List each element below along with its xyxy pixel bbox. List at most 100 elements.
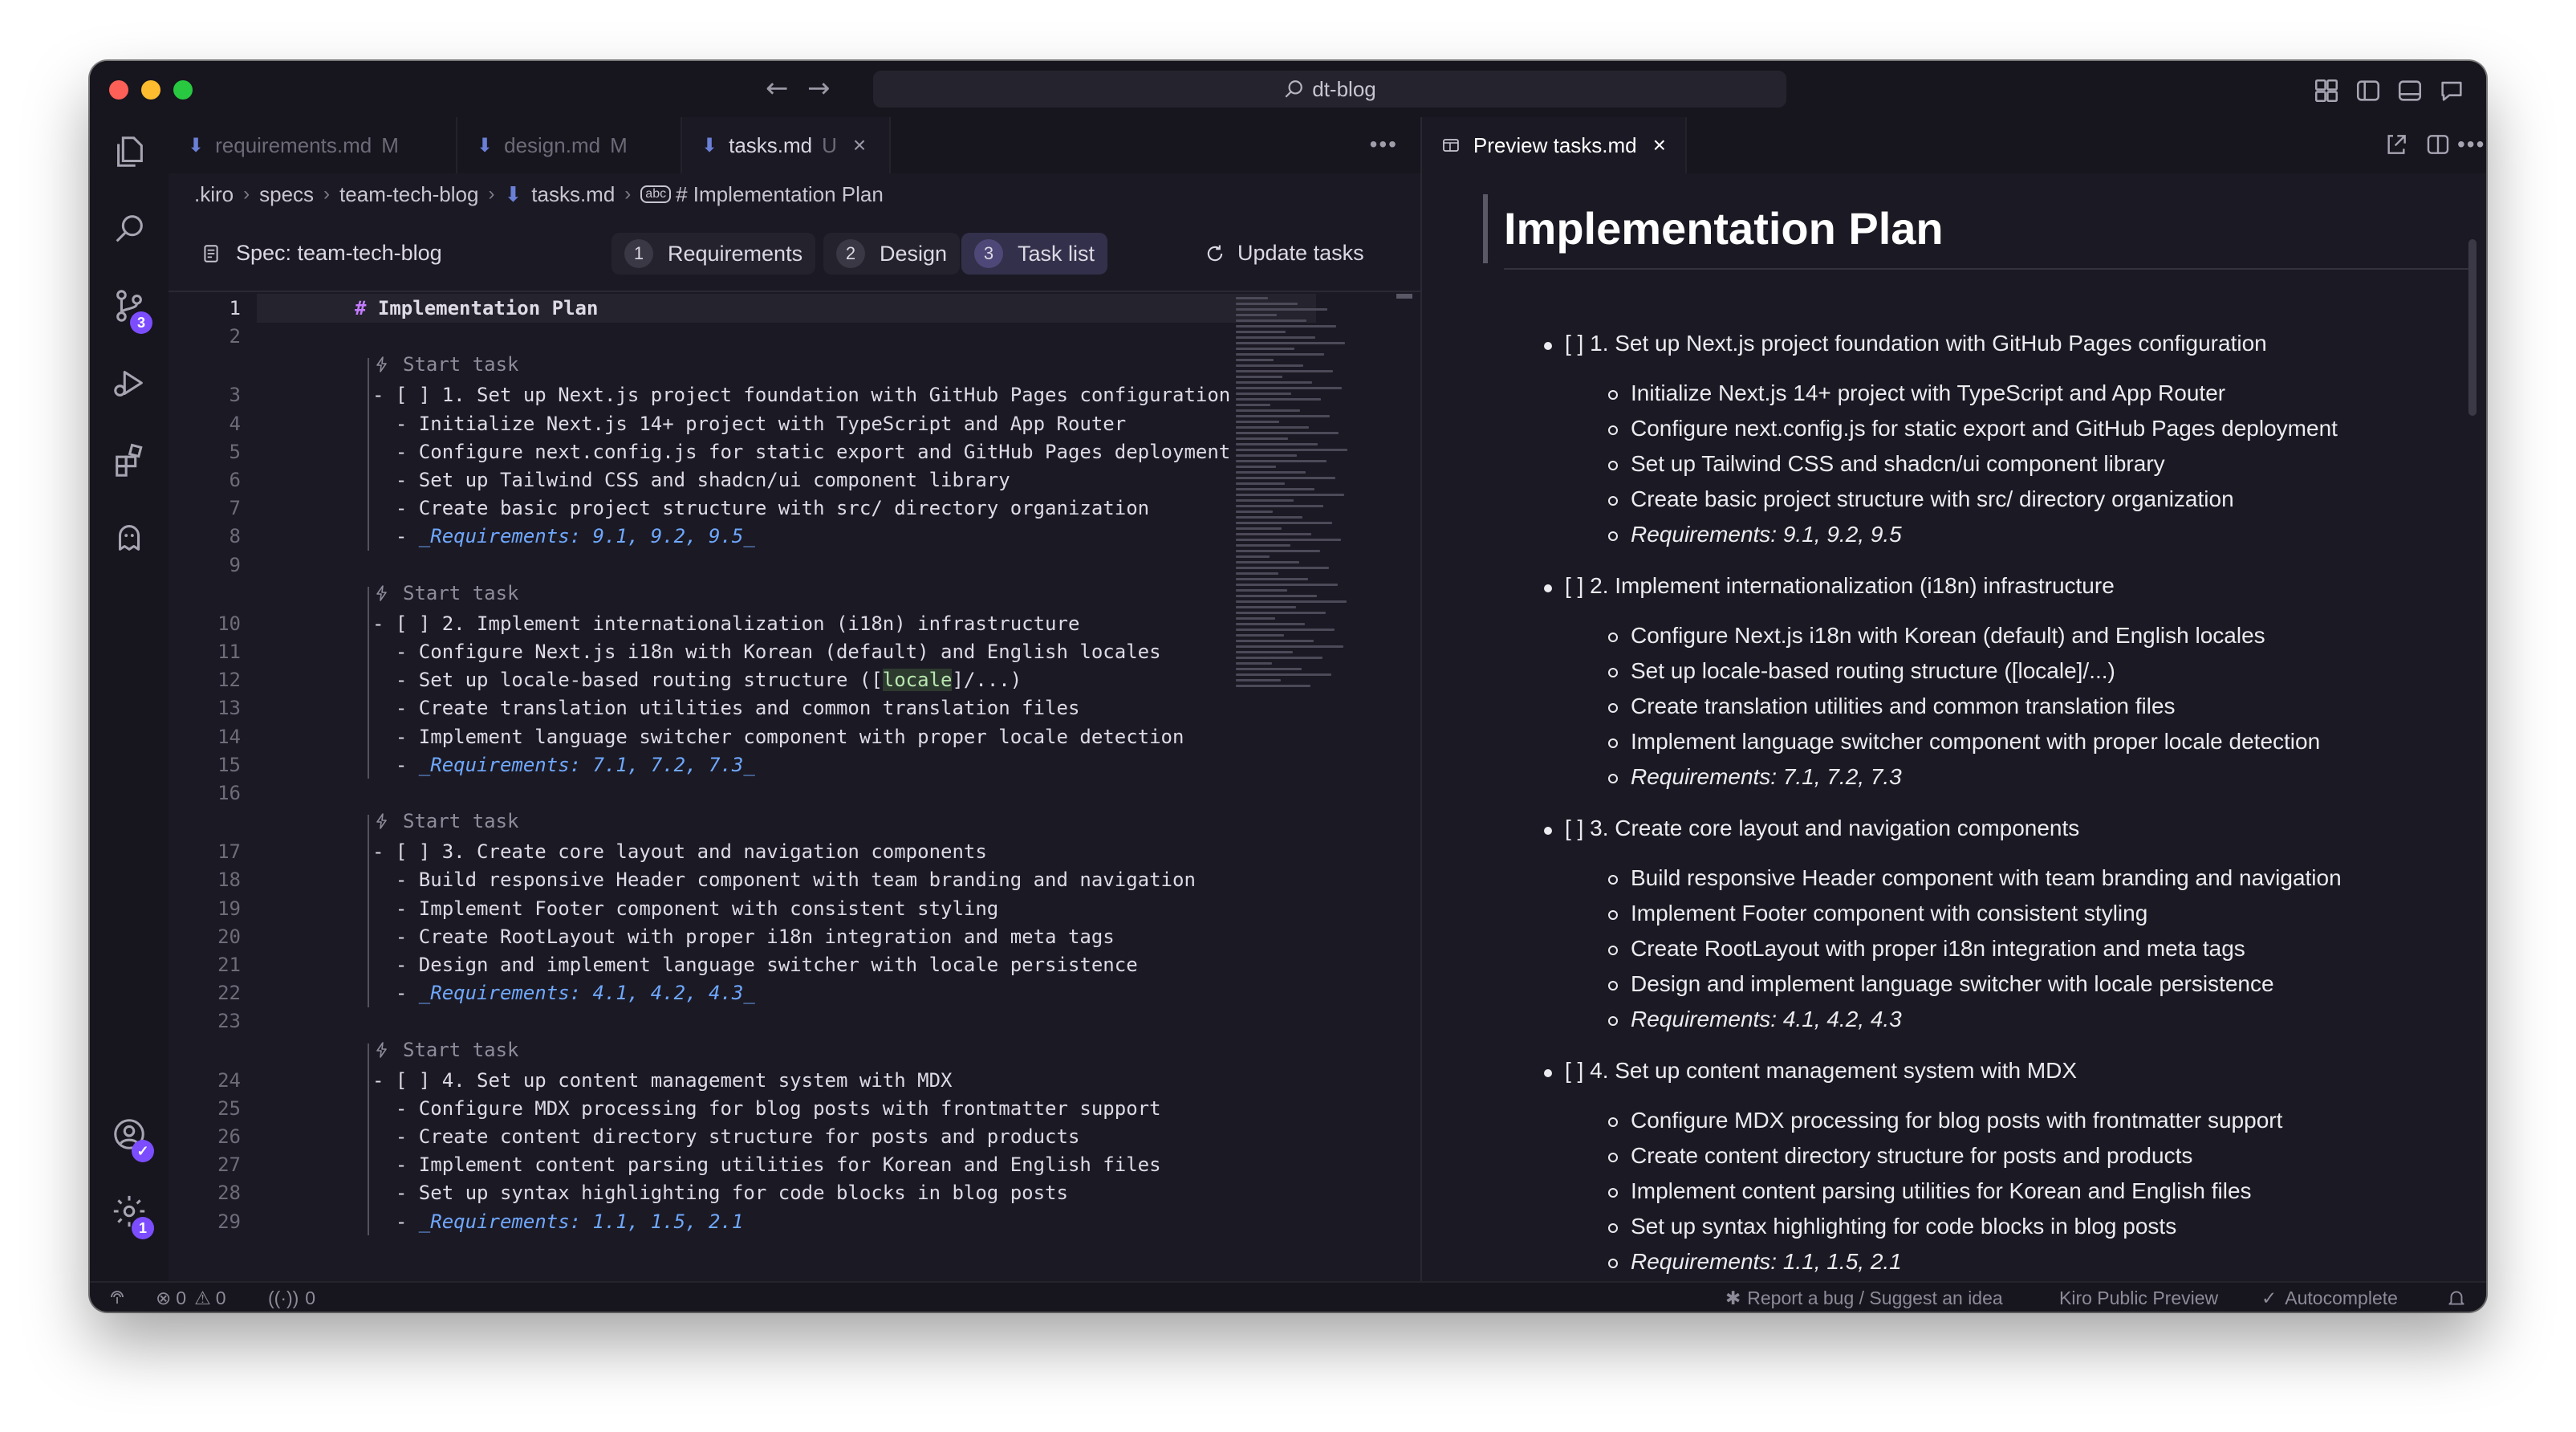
minimap[interactable] (1236, 297, 1356, 779)
minimap-line (1236, 466, 1276, 468)
run-debug-icon[interactable] (111, 364, 148, 401)
code-token: locale (882, 669, 953, 692)
code-editor[interactable]: 1 # Implementation Plan 2 Start task 3 - [ ] … (169, 294, 1420, 1281)
line-number: 17 (217, 840, 241, 864)
update-tasks-button[interactable]: Update tasks (1204, 241, 1364, 266)
requirements-ref[interactable]: _Requirements: 1.1, 1.5, 2.1 (419, 1210, 744, 1233)
markdown-icon: ⬇ (701, 134, 718, 157)
preview-subtask: Set up syntax highlighting for code bloc… (1631, 1214, 2177, 1239)
breadcrumb-item[interactable]: .kiro (194, 182, 234, 207)
remote-icon[interactable] (108, 1288, 127, 1307)
check-icon: ✓ (2261, 1288, 2277, 1308)
preview-subtask: Create translation utilities and common … (1631, 694, 2176, 718)
minimap-line (1236, 578, 1308, 580)
minimap-line (1236, 353, 1324, 356)
preview-subtask: Create basic project structure with src/… (1631, 486, 2234, 511)
requirements-ref[interactable]: _Requirements: 9.1, 9.2, 9.5_ (419, 525, 755, 547)
minimap-line (1236, 679, 1281, 681)
chat-icon[interactable] (2438, 77, 2465, 104)
start-task-codelens[interactable]: Start task (372, 1039, 519, 1061)
more-actions-icon[interactable]: ••• (1370, 132, 1398, 157)
line-number: 9 (229, 553, 241, 576)
kiro-ghost-icon[interactable] (111, 519, 148, 555)
step-requirements[interactable]: 1 Requirements (611, 233, 816, 275)
autocomplete-indicator[interactable]: ✓ Autocomplete (2261, 1288, 2398, 1309)
notifications-bell-icon[interactable] (2446, 1288, 2467, 1308)
circle-bullet-icon (1608, 1223, 1618, 1233)
forward-arrow-icon[interactable]: → (807, 72, 831, 104)
minimap-line (1236, 685, 1310, 687)
minimap-line (1236, 640, 1314, 642)
close-tab-icon[interactable]: × (853, 132, 866, 158)
customize-layout-icon[interactable] (2313, 77, 2340, 104)
breadcrumb-item[interactable]: specs (259, 182, 314, 207)
ports-indicator[interactable]: ((·)) 0 (268, 1288, 315, 1309)
line-number: 16 (217, 782, 241, 804)
split-editor-icon[interactable] (2425, 132, 2451, 157)
step-task-list[interactable]: 3 Task list (961, 233, 1108, 275)
minimap-line (1236, 511, 1273, 513)
code-line: - [ ] 4. Set up content management syste… (372, 1068, 953, 1092)
start-task-codelens[interactable]: Start task (372, 582, 519, 604)
code-line: - Create content directory structure for… (372, 1125, 1080, 1148)
close-tab-icon[interactable]: × (1653, 132, 1666, 158)
report-bug-link[interactable]: ✱ Report a bug / Suggest an idea (1725, 1288, 2003, 1309)
code-line: - Initialize Next.js 14+ project with Ty… (372, 412, 1127, 435)
code-line: - Configure MDX processing for blog post… (372, 1096, 1161, 1120)
code-line: - Create RootLayout with proper i18n int… (372, 925, 1115, 948)
breadcrumb-item[interactable]: team-tech-blog (339, 182, 478, 207)
open-source-icon[interactable] (2383, 132, 2409, 157)
tab-requirements[interactable]: ⬇ requirements.md M (169, 117, 457, 173)
preview-subtask: Configure MDX processing for blog posts … (1631, 1108, 2283, 1133)
tab-design[interactable]: ⬇ design.md M (457, 117, 682, 173)
line-number: 2 (229, 325, 241, 348)
kiro-preview-label[interactable]: Kiro Public Preview (2059, 1288, 2218, 1309)
minimize-window-button[interactable] (141, 80, 160, 100)
breadcrumb-item[interactable]: # Implementation Plan (676, 182, 884, 207)
toggle-sidebar-icon[interactable] (2355, 77, 2382, 104)
minimap-line (1236, 499, 1294, 502)
start-task-codelens[interactable]: Start task (372, 353, 519, 376)
more-actions-icon[interactable]: ••• (2457, 132, 2485, 157)
preview-scrollbar[interactable] (2468, 239, 2476, 416)
start-task-label: Start task (403, 581, 519, 604)
toggle-panel-icon[interactable] (2396, 77, 2424, 104)
back-arrow-icon[interactable]: ← (766, 72, 789, 104)
circle-bullet-icon (1608, 1117, 1618, 1127)
close-window-button[interactable] (109, 80, 128, 100)
problems-indicator[interactable]: ⊗ 0 ⚠ 0 (156, 1288, 226, 1309)
code-line: - Build responsive Header component with… (372, 869, 1196, 892)
search-icon (1285, 80, 1303, 98)
code-line: - Set up locale-based routing structure … (372, 669, 1022, 692)
minimap-line (1236, 522, 1332, 524)
minimap-line (1236, 488, 1314, 490)
command-center-search[interactable]: dt-blog (873, 71, 1786, 108)
tab-tasks[interactable]: ⬇ tasks.md U × (682, 117, 891, 173)
circle-bullet-icon (1608, 1259, 1618, 1268)
editor-scrollbar[interactable] (1396, 294, 1412, 299)
heading-accent-bar (1483, 194, 1488, 263)
extensions-icon[interactable] (111, 441, 148, 478)
activity-bar: 3 ✓ 1 (90, 117, 169, 1281)
search-icon[interactable] (111, 210, 148, 247)
minimap-line (1236, 544, 1290, 547)
code-line: - [ ] 3. Create core layout and navigati… (372, 840, 987, 864)
bullet-icon (1544, 342, 1552, 350)
requirements-ref[interactable]: _Requirements: 7.1, 7.2, 7.3_ (419, 754, 755, 776)
tab-preview[interactable]: Preview tasks.md × (1422, 117, 1687, 173)
line-number: 25 (217, 1096, 241, 1120)
requirements-ref[interactable]: _Requirements: 4.1, 4.2, 4.3_ (419, 982, 755, 1004)
code-line: - Implement language switcher component … (372, 725, 1184, 748)
start-task-label: Start task (403, 353, 519, 376)
tab-label: requirements.md (215, 132, 372, 157)
explorer-icon[interactable] (111, 133, 148, 170)
start-task-codelens[interactable]: Start task (372, 810, 519, 832)
maximize-window-button[interactable] (173, 80, 193, 100)
markdown-preview[interactable]: Implementation Plan [ ] 1. Set up Next.j… (1422, 173, 2486, 1281)
circle-bullet-icon (1608, 703, 1618, 713)
breadcrumb-item[interactable]: tasks.md (531, 182, 615, 207)
minimap-line (1236, 600, 1347, 603)
step-design[interactable]: 2 Design (823, 233, 961, 275)
tab-status: M (381, 132, 399, 157)
step-number: 2 (836, 239, 865, 268)
